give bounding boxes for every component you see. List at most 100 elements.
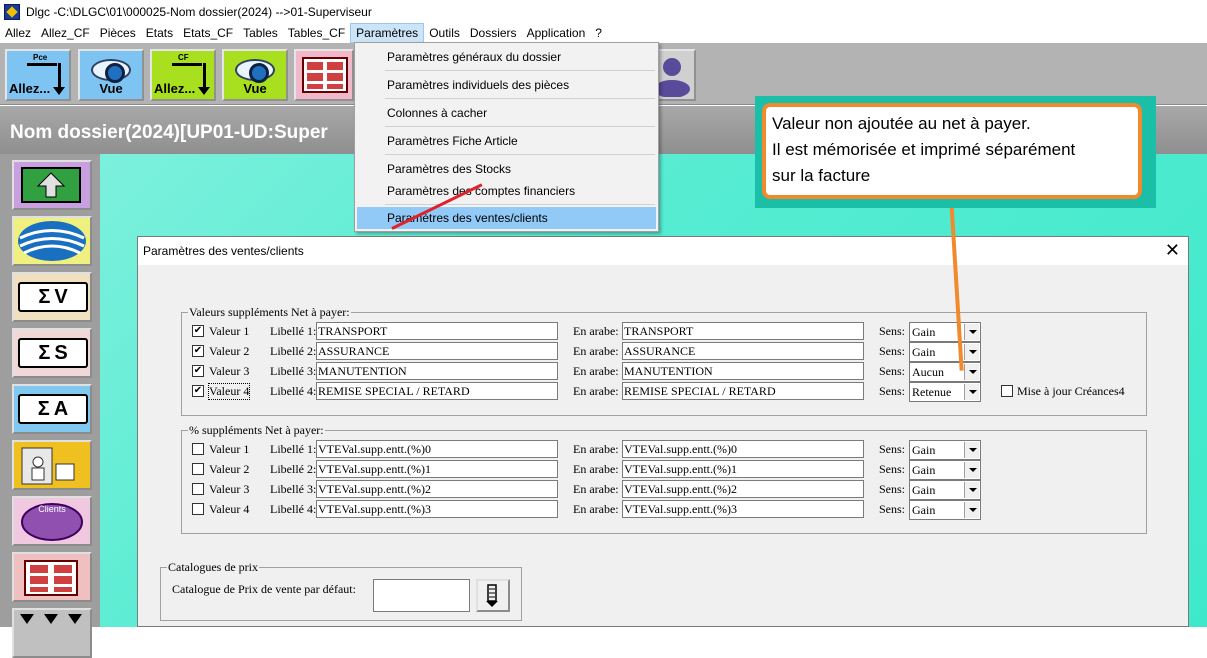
vue-piece-button[interactable]: Vue <box>78 49 144 101</box>
sigma-v-button[interactable]: ΣV <box>12 272 92 322</box>
valeur1-checkbox[interactable]: ✔ <box>192 325 204 337</box>
menu-allez[interactable]: Allez <box>0 23 36 43</box>
valeur3-checkbox[interactable]: ✔ <box>192 365 204 377</box>
menu-item-parametres-generaux[interactable]: Paramètres généraux du dossier <box>357 46 656 68</box>
pct-sens4-select[interactable]: Gain <box>909 500 981 520</box>
pct-sens2-value: Gain <box>912 463 936 477</box>
parametres-dropdown: Paramètres généraux du dossier Paramètre… <box>354 42 659 232</box>
pct-arabe3-label: En arabe: <box>573 482 619 496</box>
catalogue-picker-button[interactable] <box>476 579 510 612</box>
sigma-a-button[interactable]: ΣA <box>12 384 92 434</box>
libelle2-field[interactable]: ASSURANCE <box>316 342 558 360</box>
arrows-button[interactable] <box>12 608 92 658</box>
valeur4-checkbox[interactable]: ✔ <box>192 385 204 397</box>
sigma-symbol: Σ <box>38 285 51 308</box>
pct4-checkbox[interactable] <box>192 503 204 515</box>
menu-parametres[interactable]: Paramètres <box>350 23 425 43</box>
clients-label: Clients <box>38 504 66 514</box>
menu-item-parametres-individuels[interactable]: Paramètres individuels des pièces <box>357 74 656 96</box>
pct2-checkbox[interactable] <box>192 463 204 475</box>
chevron-down-icon[interactable] <box>964 344 979 360</box>
libelle1-field[interactable]: TRANSPORT <box>316 322 558 340</box>
menu-application[interactable]: Application <box>522 23 591 43</box>
allez-label: Allez... <box>9 81 51 96</box>
sens3-select[interactable]: Aucun <box>909 362 981 382</box>
home-button[interactable] <box>12 160 92 210</box>
pct-sens4-label: Sens: <box>879 502 906 516</box>
pct-arabe4-label: En arabe: <box>573 502 619 516</box>
sens2-select[interactable]: Gain <box>909 342 981 362</box>
group3-title: Catalogues de prix <box>167 560 259 575</box>
menu-item-fiche-article[interactable]: Paramètres Fiche Article <box>357 130 656 152</box>
sigma-s-button[interactable]: ΣS <box>12 328 92 378</box>
chevron-down-icon[interactable] <box>964 324 979 340</box>
catalogue-field[interactable] <box>373 579 470 612</box>
pct1-checkbox[interactable] <box>192 443 204 455</box>
menu-etats[interactable]: Etats <box>141 23 178 43</box>
sens4-select[interactable]: Retenue <box>909 382 981 402</box>
users-button[interactable] <box>12 440 92 490</box>
menu-item-comptes-financiers[interactable]: Paramètres des comptes financiers <box>357 180 656 202</box>
chevron-down-icon[interactable] <box>964 442 979 458</box>
chevron-down-icon[interactable] <box>964 482 979 498</box>
libelle4-field[interactable]: REMISE SPECIAL / RETARD <box>316 382 558 400</box>
pct-sens3-value: Gain <box>912 483 936 497</box>
pct-sens3-label: Sens: <box>879 482 906 496</box>
sens3-value: Aucun <box>912 365 944 379</box>
close-icon[interactable]: ✕ <box>1165 239 1180 261</box>
maj-creances-checkbox[interactable] <box>1001 385 1013 397</box>
arrows-icon <box>20 614 82 624</box>
menu-item-ventes-clients[interactable]: Paramètres des ventes/clients <box>357 207 656 229</box>
pct2-label: Valeur 2 <box>209 462 250 476</box>
libelle3-field[interactable]: MANUTENTION <box>316 362 558 380</box>
clients-button[interactable]: Clients <box>12 496 92 546</box>
pct-sens3-select[interactable]: Gain <box>909 480 981 500</box>
chevron-down-icon[interactable] <box>964 364 979 380</box>
allez-cf-button[interactable]: CF Allez... <box>150 49 216 101</box>
pct-arabe1-field[interactable]: VTEVal.supp.entt.(%)0 <box>622 440 864 458</box>
pct3-checkbox[interactable] <box>192 483 204 495</box>
sens4-value: Retenue <box>912 385 952 399</box>
valeur1-label: Valeur 1 <box>209 324 250 338</box>
globe-button[interactable] <box>12 216 92 266</box>
menu-etats-cf[interactable]: Etats_CF <box>178 23 238 43</box>
pct-libelle4-field[interactable]: VTEVal.supp.entt.(%)3 <box>316 500 558 518</box>
tables-button[interactable] <box>294 49 354 101</box>
menu-allez-cf[interactable]: Allez_CF <box>36 23 95 43</box>
pct-sens2-select[interactable]: Gain <box>909 460 981 480</box>
arabe3-field[interactable]: MANUTENTION <box>622 362 864 380</box>
menu-dossiers[interactable]: Dossiers <box>465 23 522 43</box>
menu-tables[interactable]: Tables <box>238 23 283 43</box>
menu-item-colonnes-cacher[interactable]: Colonnes à cacher <box>357 102 656 124</box>
grid-icon <box>24 560 78 596</box>
sigma-symbol: Σ <box>38 341 51 364</box>
callout-line-1: Valeur non ajoutée au net à payer. <box>772 114 1031 133</box>
menu-item-stocks[interactable]: Paramètres des Stocks <box>357 158 656 180</box>
pct-sens4-value: Gain <box>912 503 936 517</box>
pct-libelle2-field[interactable]: VTEVal.supp.entt.(%)1 <box>316 460 558 478</box>
chevron-down-icon[interactable] <box>964 462 979 478</box>
grid-button[interactable] <box>12 552 92 602</box>
allez-piece-button[interactable]: Pce Allez... <box>5 49 71 101</box>
pct-libelle1-field[interactable]: VTEVal.supp.entt.(%)0 <box>316 440 558 458</box>
pct-arabe2-field[interactable]: VTEVal.supp.entt.(%)1 <box>622 460 864 478</box>
arabe4-field[interactable]: REMISE SPECIAL / RETARD <box>622 382 864 400</box>
menu-help[interactable]: ? <box>590 23 607 43</box>
pct-sens1-select[interactable]: Gain <box>909 440 981 460</box>
pct-libelle3-field[interactable]: VTEVal.supp.entt.(%)2 <box>316 480 558 498</box>
vue-cf-button[interactable]: Vue <box>222 49 288 101</box>
chevron-down-icon[interactable] <box>964 502 979 518</box>
menu-pieces[interactable]: Pièces <box>95 23 141 43</box>
pct-arabe4-field[interactable]: VTEVal.supp.entt.(%)3 <box>622 500 864 518</box>
arabe1-field[interactable]: TRANSPORT <box>622 322 864 340</box>
chevron-down-icon[interactable] <box>964 384 979 400</box>
pct-arabe3-field[interactable]: VTEVal.supp.entt.(%)2 <box>622 480 864 498</box>
sens1-value: Gain <box>912 325 936 339</box>
pct-sens1-label: Sens: <box>879 442 906 456</box>
menu-outils[interactable]: Outils <box>424 23 465 43</box>
list-picker-icon <box>486 584 498 607</box>
menu-tables-cf[interactable]: Tables_CF <box>283 23 350 43</box>
sens1-select[interactable]: Gain <box>909 322 981 342</box>
valeur2-checkbox[interactable]: ✔ <box>192 345 204 357</box>
arabe2-field[interactable]: ASSURANCE <box>622 342 864 360</box>
